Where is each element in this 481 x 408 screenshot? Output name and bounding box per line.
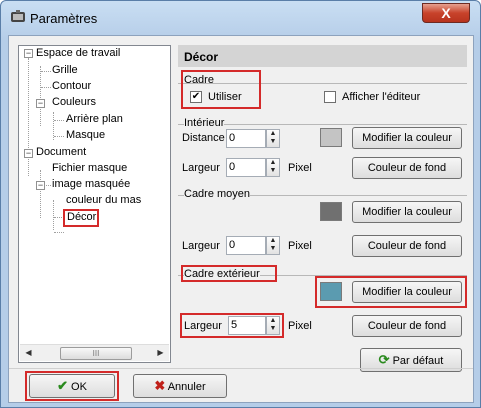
cadre-moyen-color-swatch <box>320 202 342 221</box>
tree-line <box>40 66 41 126</box>
cadre-moyen-largeur-input[interactable]: 0 <box>226 236 266 255</box>
close-button[interactable]: X <box>422 3 470 23</box>
tree-line <box>28 58 29 176</box>
scroll-right-icon[interactable]: ▶ <box>152 345 169 361</box>
scrollbar-thumb[interactable]: III <box>60 347 132 360</box>
settings-dialog: Paramètres X − Espace de travail Grille … <box>0 0 481 408</box>
highlight-box <box>181 70 261 109</box>
collapse-icon[interactable]: − <box>36 99 45 108</box>
tree-item-arriere-plan[interactable]: Arrière plan <box>66 113 123 125</box>
distance-input[interactable]: 0 <box>226 129 266 148</box>
dialog-body: − Espace de travail Grille Contour − Cou… <box>8 35 474 403</box>
afficher-editeur-label[interactable]: Afficher l'éditeur <box>342 91 420 103</box>
tree-item-fichier-masque[interactable]: Fichier masque <box>52 162 127 174</box>
close-icon: X <box>441 5 451 21</box>
interieur-largeur-spin-icon[interactable]: ▲ ▼ <box>266 158 280 177</box>
panel-title: Décor <box>178 45 467 67</box>
highlight-box <box>63 209 99 227</box>
tree-item-couleurs[interactable]: Couleurs <box>52 96 96 108</box>
cadre-exterieur-modify-color-button[interactable]: Modifier la couleur <box>352 281 462 303</box>
tree-line <box>41 71 51 72</box>
tree-item-masque[interactable]: Masque <box>66 129 105 141</box>
afficher-editeur-checkbox[interactable] <box>324 91 336 103</box>
collapse-icon[interactable]: − <box>36 181 45 190</box>
refresh-icon: ⟳ <box>378 351 390 367</box>
tree-item-couleur-du-masque[interactable]: couleur du mas <box>66 194 141 206</box>
tree-item-grille[interactable]: Grille <box>52 64 78 76</box>
tree-item-document[interactable]: Document <box>36 146 86 158</box>
cadre-moyen-background-color-button[interactable]: Couleur de fond <box>352 235 462 257</box>
tree-line <box>41 87 51 88</box>
cancel-x-icon: ✖ <box>154 378 166 393</box>
collapse-icon[interactable]: − <box>24 149 33 158</box>
window-title: Paramètres <box>30 11 98 26</box>
highlight-box <box>180 313 284 338</box>
distance-spin-icon[interactable]: ▲ ▼ <box>266 129 280 148</box>
interieur-color-swatch <box>320 128 342 147</box>
highlight-box <box>25 371 119 401</box>
interieur-unit-label: Pixel <box>288 162 312 174</box>
group-interieur-label: Intérieur <box>184 117 225 129</box>
cancel-button-label: Annuler <box>167 381 206 393</box>
tree-line <box>54 136 64 137</box>
title-bar[interactable]: Paramètres X <box>1 1 480 37</box>
distance-label: Distance <box>182 132 225 144</box>
cadre-exterieur-background-color-button[interactable]: Couleur de fond <box>352 315 462 337</box>
tree-line <box>53 200 54 230</box>
tree-line <box>54 120 64 121</box>
cadre-moyen-unit-label: Pixel <box>288 240 312 252</box>
interieur-largeur-label: Largeur <box>182 162 220 174</box>
default-button-label: Par défaut <box>392 354 444 367</box>
cancel-button[interactable]: ✖ Annuler <box>133 374 227 398</box>
settings-tree: − Espace de travail Grille Contour − Cou… <box>18 45 171 363</box>
tree-horizontal-scrollbar[interactable]: ◀ III ▶ <box>20 344 169 361</box>
cadre-moyen-largeur-spin-icon[interactable]: ▲ ▼ <box>266 236 280 255</box>
cadre-moyen-largeur-label: Largeur <box>182 240 220 252</box>
tree-line <box>40 170 41 218</box>
tree-item-contour[interactable]: Contour <box>52 80 91 92</box>
tree-line <box>54 232 64 233</box>
tree-item-espace-de-travail[interactable]: Espace de travail <box>36 47 120 59</box>
cadre-exterieur-unit-label: Pixel <box>288 320 312 332</box>
interieur-background-color-button[interactable]: Couleur de fond <box>352 157 462 179</box>
tree-item-image-masquee[interactable]: image masquée <box>52 178 130 190</box>
highlight-box <box>181 265 277 282</box>
collapse-icon[interactable]: − <box>24 49 33 58</box>
app-icon <box>11 10 25 22</box>
decor-panel: Décor Cadre ✔ Utiliser Afficher l'éditeu… <box>178 45 467 372</box>
interieur-largeur-input[interactable]: 0 <box>226 158 266 177</box>
footer-divider <box>9 368 473 369</box>
group-cadre-moyen-label: Cadre moyen <box>184 188 251 200</box>
cadre-moyen-modify-color-button[interactable]: Modifier la couleur <box>352 201 462 223</box>
scroll-left-icon[interactable]: ◀ <box>20 345 37 361</box>
cadre-exterieur-color-swatch <box>320 282 342 301</box>
interieur-modify-color-button[interactable]: Modifier la couleur <box>352 127 462 149</box>
